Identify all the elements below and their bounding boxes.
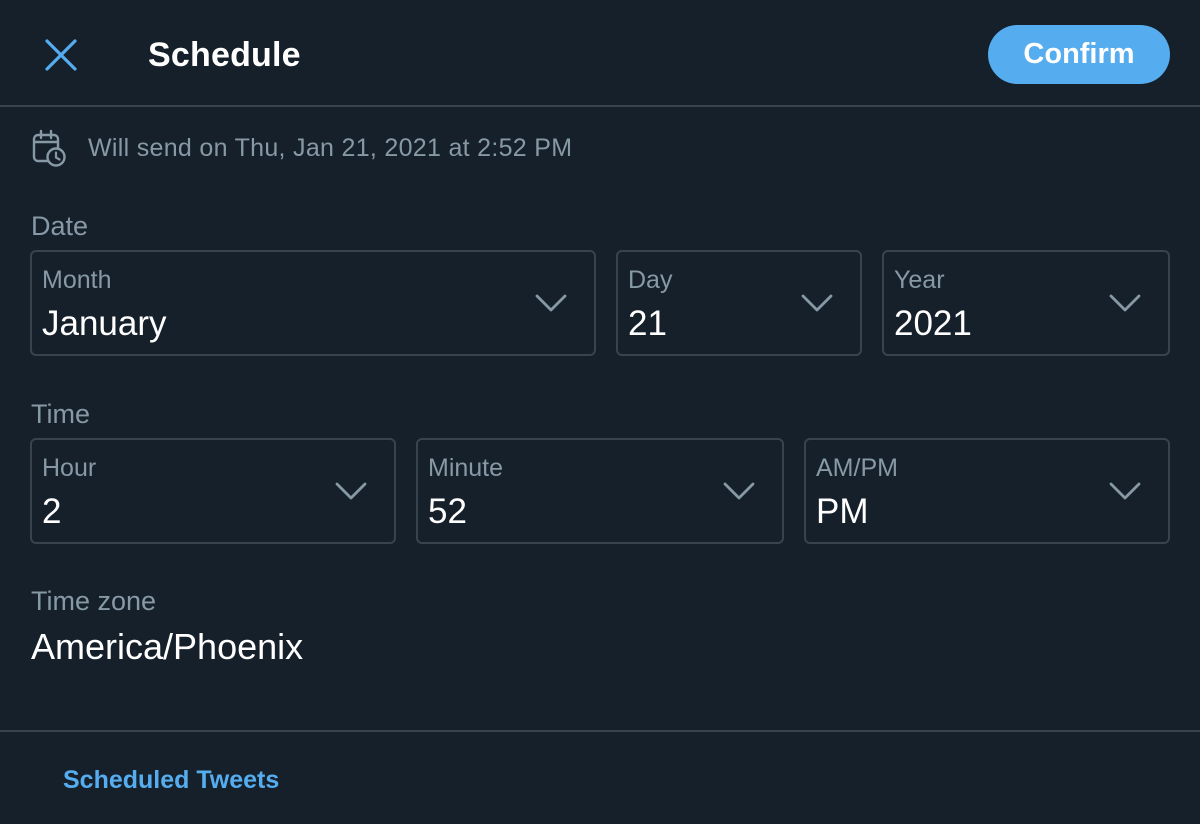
confirm-button[interactable]: Confirm (988, 25, 1170, 84)
dialog-title: Schedule (148, 36, 301, 74)
minute-select[interactable]: Minute 52 (416, 438, 784, 544)
schedule-dialog: Schedule Confirm Will send on Thu, Jan 2… (0, 0, 1200, 824)
time-section-label: Time (31, 399, 90, 429)
dialog-footer: Scheduled Tweets (0, 730, 1200, 824)
close-button[interactable] (34, 28, 88, 82)
month-select-value: January (42, 304, 167, 343)
chevron-down-icon (723, 482, 755, 500)
ampm-select-label: AM/PM (816, 454, 898, 482)
hour-select-value: 2 (42, 492, 62, 531)
send-info-text: Will send on Thu, Jan 21, 2021 at 2:52 P… (88, 133, 573, 162)
month-select[interactable]: Month January (30, 250, 596, 356)
timezone-label: Time zone (31, 586, 157, 616)
chevron-down-icon (801, 294, 833, 312)
chevron-down-icon (1109, 482, 1141, 500)
chevron-down-icon (535, 294, 567, 312)
day-select-value: 21 (628, 304, 667, 343)
dialog-header: Schedule Confirm (0, 0, 1200, 107)
calendar-clock-icon (32, 129, 66, 167)
day-select[interactable]: Day 21 (616, 250, 862, 356)
date-section-label: Date (31, 211, 89, 241)
chevron-down-icon (335, 482, 367, 500)
send-info: Will send on Thu, Jan 21, 2021 at 2:52 P… (32, 128, 572, 168)
year-select[interactable]: Year 2021 (882, 250, 1170, 356)
minute-select-label: Minute (428, 454, 504, 482)
hour-select-label: Hour (42, 454, 97, 482)
close-icon (45, 39, 77, 71)
year-select-value: 2021 (894, 304, 972, 343)
chevron-down-icon (1109, 294, 1141, 312)
ampm-select-value: PM (816, 492, 869, 531)
year-select-label: Year (894, 266, 945, 294)
scheduled-tweets-link[interactable]: Scheduled Tweets (63, 766, 279, 795)
ampm-select[interactable]: AM/PM PM (804, 438, 1170, 544)
timezone-value: America/Phoenix (31, 626, 304, 667)
hour-select[interactable]: Hour 2 (30, 438, 396, 544)
minute-select-value: 52 (428, 492, 467, 531)
day-select-label: Day (628, 266, 673, 294)
month-select-label: Month (42, 266, 112, 294)
